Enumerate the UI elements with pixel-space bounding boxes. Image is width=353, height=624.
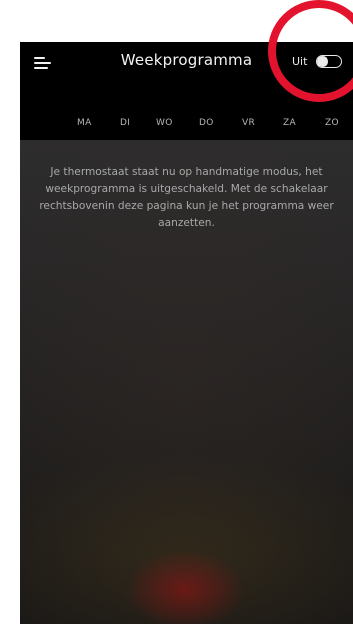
tab-friday[interactable]: VR — [242, 118, 255, 128]
day-tabs: MA DI WO DO VR ZA ZO — [20, 110, 353, 140]
tab-wednesday[interactable]: WO — [156, 118, 173, 128]
tab-sunday[interactable]: ZO — [325, 118, 339, 128]
tab-saturday[interactable]: ZA — [283, 118, 296, 128]
tab-tuesday[interactable]: DI — [120, 118, 130, 128]
schedule-content: Je thermostaat staat nu op handmatige mo… — [20, 140, 353, 624]
screen: Weekprogramma Uit MA DI WO DO VR ZA ZO J… — [0, 0, 353, 624]
toggle-knob — [317, 56, 328, 67]
toggle-status-label: Uit — [292, 55, 308, 68]
tab-thursday[interactable]: DO — [199, 118, 214, 128]
tab-monday[interactable]: MA — [77, 118, 92, 128]
top-bar: Weekprogramma Uit — [20, 42, 353, 82]
app-window: Weekprogramma Uit MA DI WO DO VR ZA ZO J… — [20, 42, 353, 624]
manual-mode-message: Je thermostaat staat nu op handmatige mo… — [39, 166, 334, 229]
week-program-toggle[interactable] — [316, 55, 342, 68]
